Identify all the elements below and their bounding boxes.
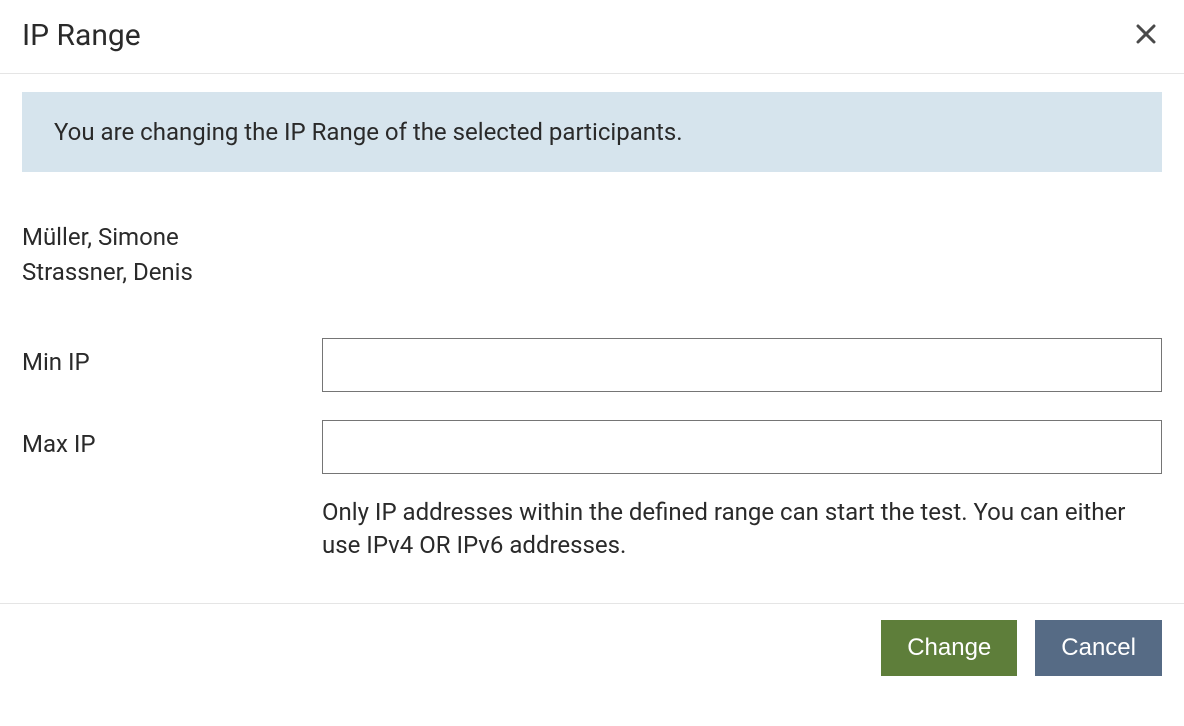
modal-header: IP Range bbox=[0, 0, 1184, 74]
close-button[interactable] bbox=[1130, 18, 1162, 53]
help-text: Only IP addresses within the defined ran… bbox=[322, 496, 1142, 563]
max-ip-input[interactable] bbox=[322, 420, 1162, 474]
min-ip-field-wrap bbox=[322, 338, 1162, 392]
modal-footer: Change Cancel bbox=[0, 603, 1184, 692]
min-ip-input[interactable] bbox=[322, 338, 1162, 392]
modal-title: IP Range bbox=[22, 18, 141, 53]
min-ip-label: Min IP bbox=[22, 338, 322, 376]
min-ip-row: Min IP bbox=[22, 338, 1162, 392]
cancel-button[interactable]: Cancel bbox=[1035, 620, 1162, 676]
list-item: Müller, Simone bbox=[22, 220, 1162, 255]
modal-body: You are changing the IP Range of the sel… bbox=[0, 74, 1184, 603]
max-ip-row: Max IP Only IP addresses within the defi… bbox=[22, 420, 1162, 563]
change-button[interactable]: Change bbox=[881, 620, 1017, 676]
max-ip-field-wrap: Only IP addresses within the defined ran… bbox=[322, 420, 1162, 563]
participant-list: Müller, Simone Strassner, Denis bbox=[22, 220, 1162, 290]
list-item: Strassner, Denis bbox=[22, 255, 1162, 290]
info-message: You are changing the IP Range of the sel… bbox=[22, 92, 1162, 172]
max-ip-label: Max IP bbox=[22, 420, 322, 458]
close-icon bbox=[1134, 22, 1158, 49]
